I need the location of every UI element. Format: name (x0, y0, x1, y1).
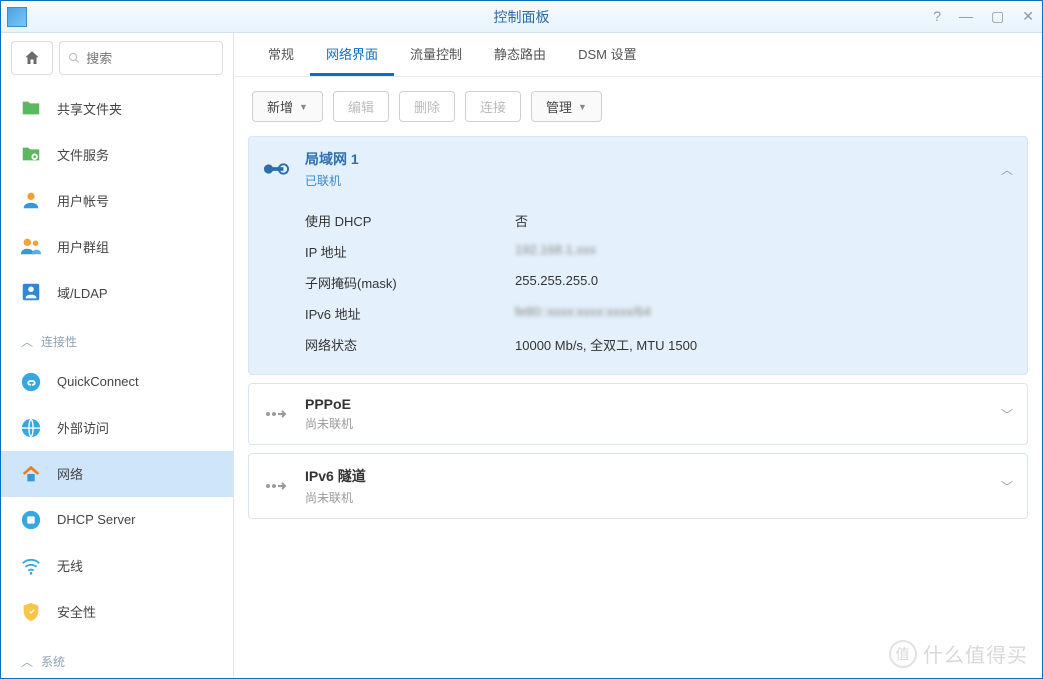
shield-icon (19, 600, 43, 624)
ldap-icon (19, 280, 43, 304)
folder-gear-icon (19, 142, 43, 166)
folder-icon (19, 96, 43, 120)
sidebar-item-label: 共享文件夹 (57, 99, 122, 118)
toolbar: 新增▼ 编辑 删除 连接 管理▼ (234, 77, 1042, 136)
minimize-button[interactable]: — (959, 8, 973, 25)
sidebar-item-label: QuickConnect (57, 374, 139, 389)
panel-title: PPPoE (305, 396, 985, 412)
sidebar-item-label: 域/LDAP (57, 283, 108, 302)
chevron-down-icon: ﹀ (1001, 406, 1013, 423)
sidebar: 共享文件夹 文件服务 用户帐号 用户群组 域/LDAP ︿ 连接性 (1, 33, 234, 678)
chevron-up-icon: ︿ (21, 333, 33, 350)
tabs: 常规 网络界面 流量控制 静态路由 DSM 设置 (234, 33, 1042, 77)
sidebar-section-system[interactable]: ︿ 系统 (1, 635, 233, 678)
panel-title: IPv6 隧道 (305, 466, 985, 486)
panel-status: 尚未联机 (305, 415, 985, 432)
chevron-up-icon: ︿ (21, 653, 33, 670)
panel-header[interactable]: 局域网 1 已联机 ︿ (249, 137, 1027, 201)
close-button[interactable]: ✕ (1022, 8, 1034, 25)
sidebar-item-label: 用户群组 (57, 237, 109, 256)
panel-status: 已联机 (305, 172, 985, 189)
home-button[interactable] (11, 41, 53, 75)
sidebar-item-group[interactable]: 用户群组 (1, 223, 233, 269)
wifi-icon (19, 554, 43, 578)
user-icon (19, 188, 43, 212)
sidebar-item-label: 安全性 (57, 602, 96, 621)
sidebar-section-connectivity[interactable]: ︿ 连接性 (1, 315, 233, 358)
sidebar-item-label: 网络 (57, 464, 83, 483)
sidebar-item-shared-folder[interactable]: 共享文件夹 (1, 85, 233, 131)
panel-status: 尚未联机 (305, 489, 985, 506)
panel-title: 局域网 1 (305, 149, 985, 169)
help-button[interactable]: ? (933, 8, 941, 25)
sidebar-item-label: DHCP Server (57, 512, 136, 527)
ethernet-connected-icon (263, 156, 289, 182)
titlebar: 控制面板 ? — ▢ ✕ (1, 1, 1042, 33)
chevron-up-icon: ︿ (1001, 161, 1013, 178)
panel-body: 使用 DHCP否 IP 地址192.168.1.xxx 子网掩码(mask)25… (249, 201, 1027, 374)
panel-header[interactable]: IPv6 隧道 尚未联机 ﹀ (249, 454, 1027, 518)
dhcp-icon (19, 508, 43, 532)
delete-button[interactable]: 删除 (399, 91, 455, 122)
add-button[interactable]: 新增▼ (252, 91, 323, 122)
interface-panel-pppoe: PPPoE 尚未联机 ﹀ (248, 383, 1028, 445)
sidebar-item-external-access[interactable]: 外部访问 (1, 405, 233, 451)
search-input[interactable] (86, 51, 214, 66)
manage-button[interactable]: 管理▼ (531, 91, 602, 122)
maximize-button[interactable]: ▢ (991, 8, 1004, 25)
caret-down-icon: ▼ (299, 102, 308, 112)
globe-icon (19, 416, 43, 440)
sidebar-item-label: 外部访问 (57, 418, 109, 437)
app-icon (7, 7, 27, 27)
panel-header[interactable]: PPPoE 尚未联机 ﹀ (249, 384, 1027, 444)
group-icon (19, 234, 43, 258)
cloud-link-icon (19, 370, 43, 394)
edit-button[interactable]: 编辑 (333, 91, 389, 122)
sidebar-item-wireless[interactable]: 无线 (1, 543, 233, 589)
sidebar-item-quickconnect[interactable]: QuickConnect (1, 358, 233, 404)
sidebar-item-security[interactable]: 安全性 (1, 589, 233, 635)
sidebar-item-network[interactable]: 网络 (1, 451, 233, 497)
search-icon (68, 51, 80, 65)
tab-static-route[interactable]: 静态路由 (478, 34, 562, 76)
sidebar-item-file-services[interactable]: 文件服务 (1, 131, 233, 177)
sidebar-item-label: 无线 (57, 556, 83, 575)
tab-general[interactable]: 常规 (252, 34, 310, 76)
chevron-down-icon: ﹀ (1001, 478, 1013, 495)
sidebar-item-user[interactable]: 用户帐号 (1, 177, 233, 223)
search-box[interactable] (59, 41, 223, 75)
tab-network-interface[interactable]: 网络界面 (310, 34, 394, 76)
caret-down-icon: ▼ (578, 102, 587, 112)
connection-arrow-icon (263, 401, 289, 427)
connection-arrow-icon (263, 473, 289, 499)
home-icon (23, 49, 41, 67)
interface-panel-ipv6-tunnel: IPv6 隧道 尚未联机 ﹀ (248, 453, 1028, 519)
sidebar-item-label: 文件服务 (57, 145, 109, 164)
sidebar-item-domain-ldap[interactable]: 域/LDAP (1, 269, 233, 315)
connect-button[interactable]: 连接 (465, 91, 521, 122)
window-title: 控制面板 (494, 7, 550, 27)
network-icon (19, 462, 43, 486)
tab-dsm-settings[interactable]: DSM 设置 (562, 34, 653, 76)
sidebar-item-label: 用户帐号 (57, 191, 109, 210)
interface-panel-lan1: 局域网 1 已联机 ︿ 使用 DHCP否 IP 地址192.168.1.xxx … (248, 136, 1028, 375)
tab-traffic-control[interactable]: 流量控制 (394, 34, 478, 76)
sidebar-item-dhcp-server[interactable]: DHCP Server (1, 497, 233, 543)
